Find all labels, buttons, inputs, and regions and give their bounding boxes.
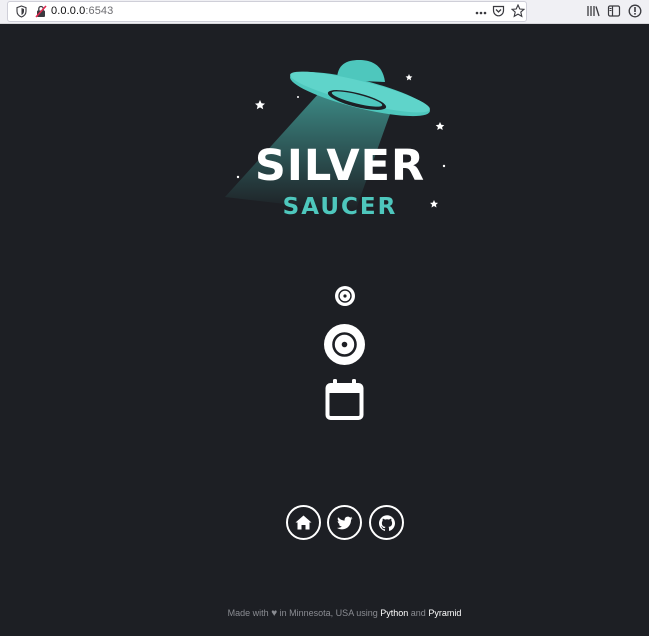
calendar-icon: [325, 379, 364, 420]
url-port: :6543: [85, 5, 114, 17]
twitter-icon: [336, 516, 352, 529]
silver-saucer-logo: SILVER SAUCER: [225, 52, 455, 230]
info-icon[interactable]: [628, 4, 642, 23]
footer-made-with: Made with: [227, 608, 269, 618]
logo-title-silver: SILVER: [254, 141, 426, 191]
tracking-protection-shield-icon[interactable]: [16, 5, 27, 23]
small-disc-button[interactable]: [335, 286, 355, 306]
twitter-button[interactable]: [327, 505, 362, 540]
github-button[interactable]: [369, 505, 404, 540]
footer-location: in Minnesota, USA using: [279, 608, 378, 618]
pyramid-link[interactable]: Pyramid: [428, 608, 461, 618]
page-actions-menu-icon[interactable]: [475, 6, 487, 24]
disc-icon: [332, 332, 357, 357]
home-button[interactable]: [286, 505, 321, 540]
sidebar-toggle-icon[interactable]: [607, 4, 621, 23]
python-link[interactable]: Python: [380, 608, 408, 618]
disc-icon: [338, 289, 352, 303]
home-icon: [295, 515, 312, 530]
big-disc-button[interactable]: [324, 324, 365, 365]
heart-icon: ♥: [271, 608, 278, 619]
footer-and: and: [410, 608, 426, 618]
footer: Made with ♥ in Minnesota, USA using Pyth…: [0, 608, 649, 619]
pocket-icon[interactable]: [492, 4, 505, 23]
github-icon: [378, 514, 395, 531]
url-host: 0.0.0.0: [51, 5, 86, 17]
calendar-button[interactable]: [325, 378, 364, 426]
insecure-connection-icon[interactable]: [35, 5, 47, 23]
address-bar[interactable]: 0.0.0.0:6543: [7, 1, 527, 22]
url-text[interactable]: 0.0.0.0:6543: [51, 5, 113, 17]
browser-toolbar: 0.0.0.0:6543: [0, 0, 649, 24]
logo-title-saucer: SAUCER: [282, 194, 398, 220]
library-icon[interactable]: [586, 4, 600, 23]
bookmark-star-icon[interactable]: [510, 3, 526, 23]
